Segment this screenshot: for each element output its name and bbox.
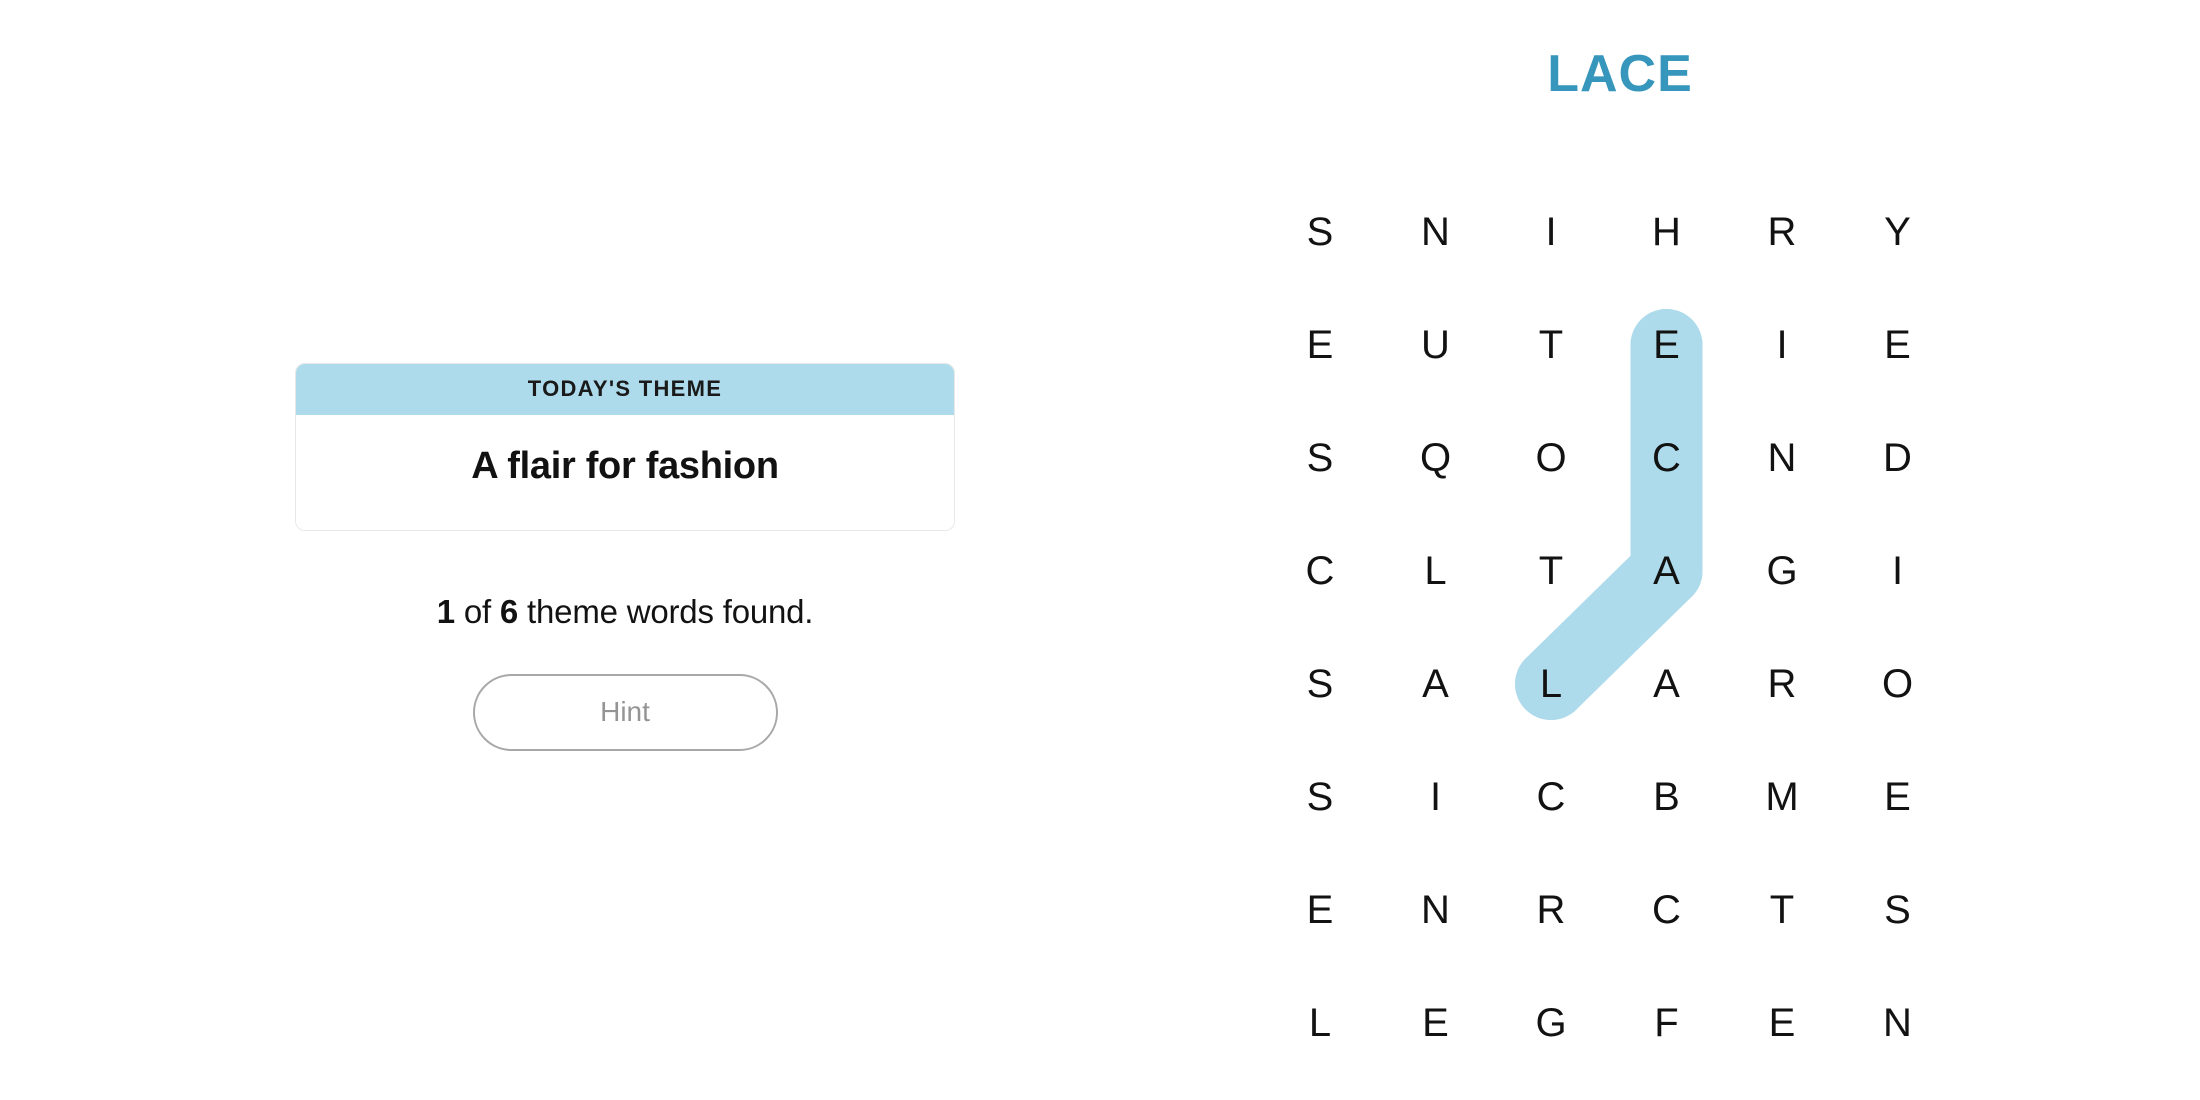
progress-connector: of: [454, 593, 500, 630]
grid-cell-r8-c6[interactable]: N: [1855, 980, 1941, 1066]
grid-cell-r6-c3[interactable]: C: [1508, 754, 1594, 840]
grid-cell-r5-c6[interactable]: O: [1855, 641, 1941, 727]
grid-cell-r3-c5[interactable]: N: [1739, 415, 1825, 501]
grid-cell-r7-c4[interactable]: C: [1624, 867, 1710, 953]
grid-letters-layer: SNIHRYEUTEIESQOCNDCLTAGISALAROSICBMEENRC…: [1263, 176, 1977, 1080]
grid-cell-r6-c2[interactable]: I: [1393, 754, 1479, 840]
grid-cell-r1-c2[interactable]: N: [1393, 189, 1479, 275]
grid-cell-r7-c2[interactable]: N: [1393, 867, 1479, 953]
hint-button[interactable]: Hint: [472, 674, 778, 751]
grid-cell-r7-c5[interactable]: T: [1739, 867, 1825, 953]
grid-cell-r1-c6[interactable]: Y: [1855, 189, 1941, 275]
hint-button-wrap: Hint: [295, 674, 955, 751]
letter-grid[interactable]: SNIHRYEUTEIESQOCNDCLTAGISALAROSICBMEENRC…: [1263, 176, 1977, 1080]
page-title: LACE: [1547, 45, 1693, 103]
grid-cell-r2-c2[interactable]: U: [1393, 302, 1479, 388]
grid-cell-r5-c3[interactable]: L: [1508, 641, 1594, 727]
grid-cell-r8-c4[interactable]: F: [1624, 980, 1710, 1066]
grid-cell-r3-c6[interactable]: D: [1855, 415, 1941, 501]
progress-status: 1 of 6 theme words found.: [295, 593, 955, 631]
grid-cell-r3-c1[interactable]: S: [1277, 415, 1363, 501]
grid-cell-r7-c1[interactable]: E: [1277, 867, 1363, 953]
grid-cell-r2-c3[interactable]: T: [1508, 302, 1594, 388]
grid-cell-r6-c6[interactable]: E: [1855, 754, 1941, 840]
strands-puzzle-screen: LACE TODAY'S THEME A flair for fashion 1…: [0, 0, 2200, 1100]
grid-cell-r5-c5[interactable]: R: [1739, 641, 1825, 727]
grid-cell-r8-c3[interactable]: G: [1508, 980, 1594, 1066]
grid-cell-r3-c2[interactable]: Q: [1393, 415, 1479, 501]
grid-cell-r2-c5[interactable]: I: [1739, 302, 1825, 388]
grid-cell-r4-c6[interactable]: I: [1855, 528, 1941, 614]
left-info-panel: TODAY'S THEME A flair for fashion 1 of 6…: [295, 363, 955, 751]
grid-cell-r4-c5[interactable]: G: [1739, 528, 1825, 614]
grid-cell-r1-c1[interactable]: S: [1277, 189, 1363, 275]
grid-cell-r4-c4[interactable]: A: [1624, 528, 1710, 614]
grid-cell-r4-c1[interactable]: C: [1277, 528, 1363, 614]
grid-cell-r1-c5[interactable]: R: [1739, 189, 1825, 275]
grid-cell-r6-c4[interactable]: B: [1624, 754, 1710, 840]
grid-cell-r2-c4[interactable]: E: [1624, 302, 1710, 388]
grid-cell-r1-c3[interactable]: I: [1508, 189, 1594, 275]
theme-text: A flair for fashion: [471, 445, 779, 487]
grid-cell-r3-c4[interactable]: C: [1624, 415, 1710, 501]
grid-cell-r5-c2[interactable]: A: [1393, 641, 1479, 727]
theme-card-body: A flair for fashion: [296, 415, 954, 530]
grid-cell-r1-c4[interactable]: H: [1624, 189, 1710, 275]
grid-cell-r4-c2[interactable]: L: [1393, 528, 1479, 614]
grid-cell-r7-c3[interactable]: R: [1508, 867, 1594, 953]
grid-cell-r5-c1[interactable]: S: [1277, 641, 1363, 727]
grid-cell-r8-c5[interactable]: E: [1739, 980, 1825, 1066]
grid-cell-r2-c6[interactable]: E: [1855, 302, 1941, 388]
total-count: 6: [499, 593, 519, 630]
grid-cell-r4-c3[interactable]: T: [1508, 528, 1594, 614]
grid-cell-r8-c1[interactable]: L: [1277, 980, 1363, 1066]
grid-cell-r5-c4[interactable]: A: [1624, 641, 1710, 727]
grid-cell-r3-c3[interactable]: O: [1508, 415, 1594, 501]
grid-cell-r7-c6[interactable]: S: [1855, 867, 1941, 953]
grid-cell-r2-c1[interactable]: E: [1277, 302, 1363, 388]
today-theme-card: TODAY'S THEME A flair for fashion: [295, 363, 955, 531]
grid-cell-r6-c5[interactable]: M: [1739, 754, 1825, 840]
found-count: 1: [436, 593, 455, 630]
theme-card-header-label: TODAY'S THEME: [296, 364, 954, 415]
progress-suffix: theme words found.: [518, 593, 814, 630]
grid-cell-r8-c2[interactable]: E: [1393, 980, 1479, 1066]
grid-cell-r6-c1[interactable]: S: [1277, 754, 1363, 840]
